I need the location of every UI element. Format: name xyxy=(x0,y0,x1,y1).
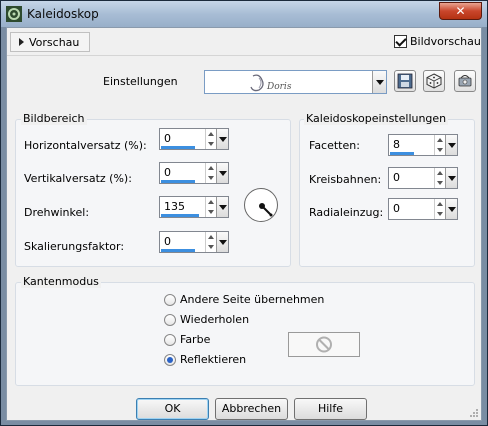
vertical-offset-input[interactable]: 0 xyxy=(159,162,229,184)
edge-mode-legend: Kantenmodus xyxy=(21,275,101,288)
app-icon xyxy=(6,6,22,22)
divider xyxy=(7,55,481,56)
orbits-dropdown[interactable] xyxy=(445,168,457,188)
preset-logo: Doris xyxy=(245,72,305,94)
close-icon: ✕ xyxy=(455,4,466,18)
help-button[interactable]: Hilfe xyxy=(294,398,367,420)
reset-button[interactable] xyxy=(454,70,476,92)
rotation-dial[interactable] xyxy=(244,188,278,222)
preview-tab-label: Vorschau xyxy=(29,36,80,49)
reset-icon xyxy=(458,75,472,87)
radio-color-label[interactable]: Farbe xyxy=(180,333,210,346)
horizontal-offset-dropdown[interactable] xyxy=(216,129,228,149)
horizontal-offset-level-bar xyxy=(161,146,195,149)
randomize-icon xyxy=(426,73,442,89)
kaleidoscope-dialog: Kaleidoskop ✕ Vorschau Bildvorschau Eins… xyxy=(0,0,488,426)
radio-wrap[interactable] xyxy=(164,294,176,306)
vertical-offset-level-bar xyxy=(161,180,195,183)
radio-repeat[interactable] xyxy=(164,314,176,326)
facets-spinner[interactable] xyxy=(434,135,445,155)
edge-color-swatch[interactable] xyxy=(288,332,360,357)
scale-factor-level-bar xyxy=(161,249,195,252)
image-area-legend: Bildbereich xyxy=(21,112,87,125)
orbits-label: Kreisbahnen: xyxy=(309,173,382,186)
live-preview-label[interactable]: Bildvorschau xyxy=(410,35,481,48)
facets-label: Facetten: xyxy=(309,139,360,152)
cancel-button[interactable]: Abbrechen xyxy=(215,398,288,420)
radial-squeeze-spinner[interactable] xyxy=(434,199,445,219)
horizontal-offset-spinner[interactable] xyxy=(205,129,216,149)
kaleidoscope-settings-legend: Kaleidoskopeinstellungen xyxy=(304,112,449,125)
vertical-offset-label: Vertikalversatz (%): xyxy=(24,172,132,185)
preview-bar: Vorschau Bildvorschau xyxy=(7,28,481,55)
rotation-angle-value: 135 xyxy=(164,200,185,213)
rotation-angle-spinner[interactable] xyxy=(205,197,216,217)
horizontal-offset-input[interactable]: 0 xyxy=(159,128,229,150)
window-title: Kaleidoskop xyxy=(27,7,99,21)
dialog-client: Vorschau Bildvorschau Einstellungen Dori… xyxy=(6,27,482,421)
radio-wrap-label[interactable]: Andere Seite übernehmen xyxy=(180,293,324,306)
resize-grip-icon[interactable] xyxy=(469,408,479,418)
rotation-angle-label: Drehwinkel: xyxy=(24,206,90,219)
vertical-offset-spinner[interactable] xyxy=(205,163,216,183)
vertical-offset-value: 0 xyxy=(164,166,171,179)
radial-squeeze-value: 0 xyxy=(393,202,400,215)
save-preset-icon xyxy=(397,73,413,89)
facets-value: 8 xyxy=(393,138,400,151)
radio-reflect[interactable] xyxy=(164,354,176,366)
vertical-offset-dropdown[interactable] xyxy=(216,163,228,183)
preset-dropdown-button[interactable] xyxy=(372,71,386,93)
facets-level-bar xyxy=(390,152,414,155)
expand-triangle-icon xyxy=(19,38,24,46)
radio-reflect-label[interactable]: Reflektieren xyxy=(180,353,246,366)
rotation-angle-dropdown[interactable] xyxy=(216,197,228,217)
horizontal-offset-value: 0 xyxy=(164,132,171,145)
scale-factor-dropdown[interactable] xyxy=(216,232,228,252)
orbits-spinner[interactable] xyxy=(434,168,445,188)
live-preview-checkbox[interactable] xyxy=(394,35,407,48)
preview-toggle[interactable]: Vorschau xyxy=(10,32,90,52)
radio-color[interactable] xyxy=(164,334,176,346)
close-button[interactable]: ✕ xyxy=(439,2,482,20)
facets-dropdown[interactable] xyxy=(445,135,457,155)
scale-factor-input[interactable]: 0 xyxy=(159,231,229,253)
facets-input[interactable]: 8 xyxy=(388,134,458,156)
rotation-angle-input[interactable]: 135 xyxy=(159,196,229,218)
preset-combobox[interactable]: Doris xyxy=(204,70,387,94)
orbits-input[interactable]: 0 xyxy=(388,167,458,189)
orbits-value: 0 xyxy=(393,171,400,184)
rotation-angle-level-bar xyxy=(161,214,199,217)
dial-needle-icon xyxy=(259,203,273,217)
radial-squeeze-input[interactable]: 0 xyxy=(388,198,458,220)
radio-repeat-label[interactable]: Wiederholen xyxy=(180,313,249,326)
scale-factor-value: 0 xyxy=(164,235,171,248)
horizontal-offset-label: Horizontalversatz (%): xyxy=(24,139,147,152)
save-preset-button[interactable] xyxy=(394,70,416,92)
radial-squeeze-dropdown[interactable] xyxy=(445,199,457,219)
randomize-button[interactable] xyxy=(423,70,445,92)
ok-button[interactable]: OK xyxy=(136,398,209,420)
preset-watermark-text: Doris xyxy=(266,82,292,92)
settings-label: Einstellungen xyxy=(103,75,178,88)
title-bar[interactable]: Kaleidoskop ✕ xyxy=(1,1,487,27)
radial-squeeze-label: Radialeinzug: xyxy=(309,206,384,219)
scale-factor-spinner[interactable] xyxy=(205,232,216,252)
scale-factor-label: Skalierungsfaktor: xyxy=(24,240,125,253)
no-color-icon xyxy=(316,336,332,353)
